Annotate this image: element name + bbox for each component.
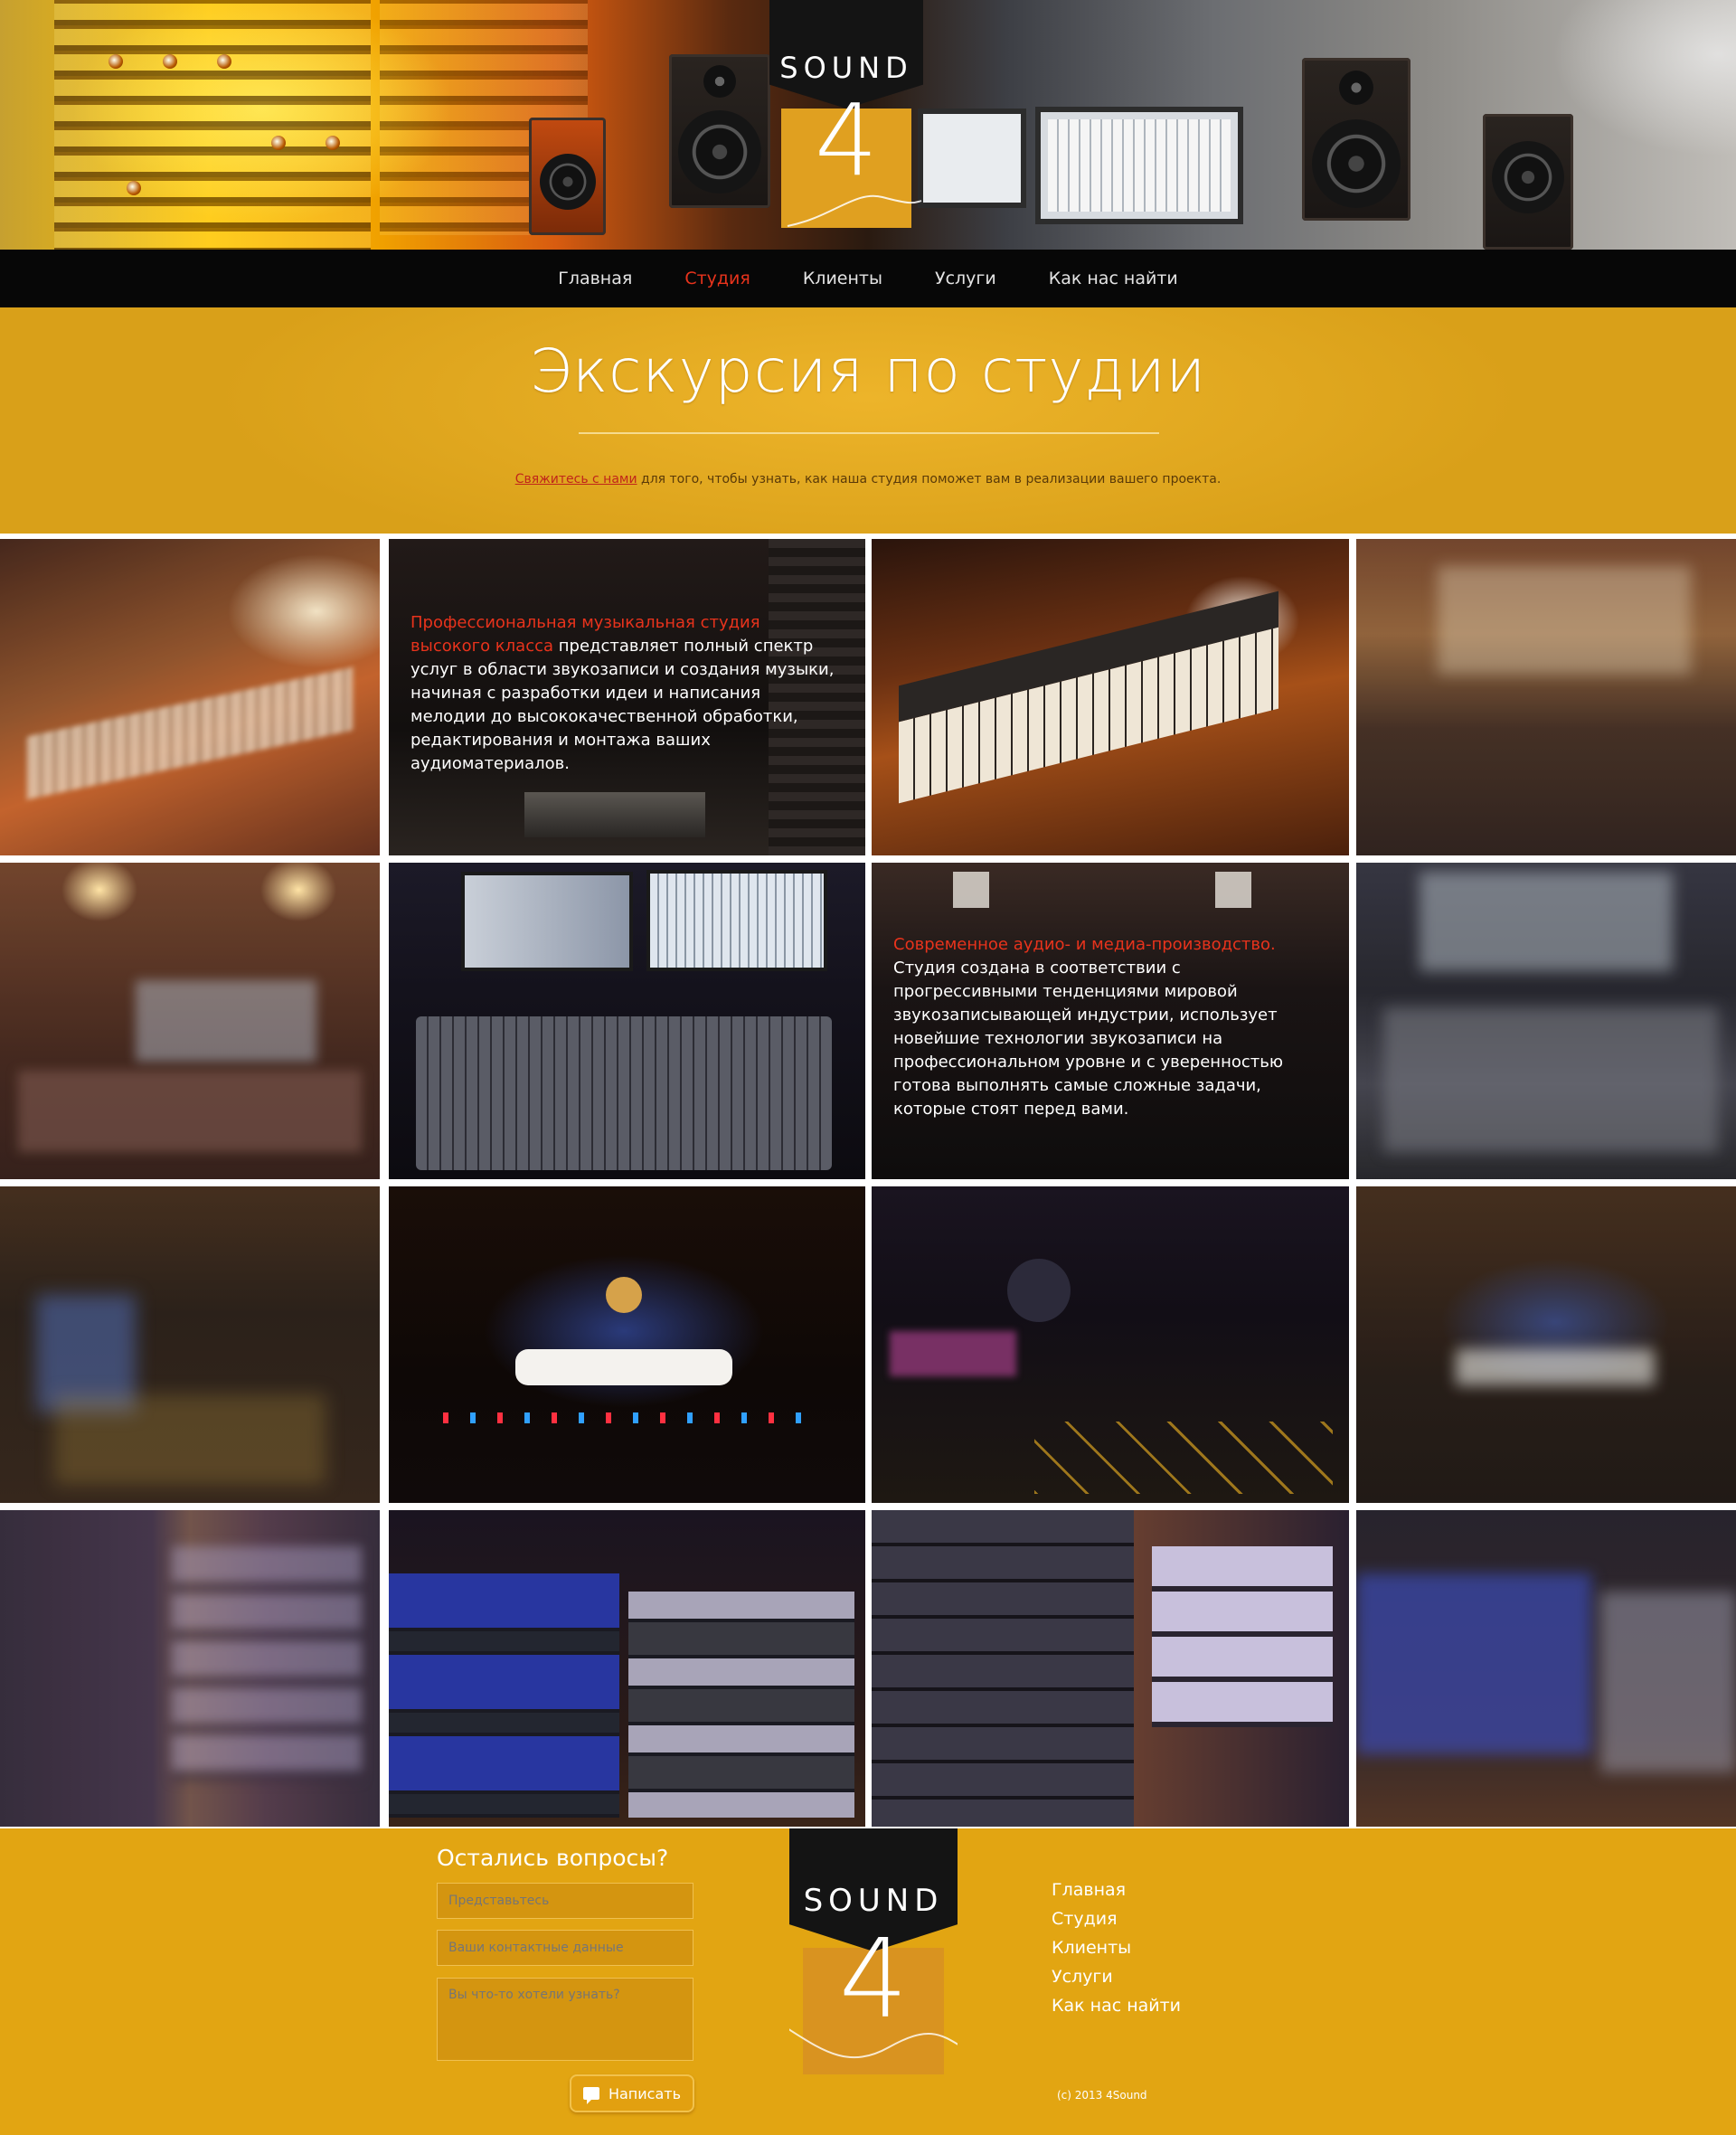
send-button-label: Написать — [608, 2084, 682, 2102]
main-nav: Главная Студия Клиенты Услуги Как нас на… — [0, 250, 1736, 307]
nav-item-home[interactable]: Главная — [532, 269, 658, 288]
footer-link-home[interactable]: Главная — [1052, 1875, 1181, 1904]
footer-logo[interactable]: SOUND 4 — [789, 1828, 958, 2074]
footer-link-studio[interactable]: Студия — [1052, 1904, 1181, 1933]
gallery-caption-1: Профессиональная музыкальная студия высо… — [410, 611, 840, 776]
hero-equipment-rack — [54, 0, 371, 250]
gallery-photo-lounge-blurred[interactable] — [0, 1186, 380, 1503]
nav-item-contacts[interactable]: Как нас найти — [1023, 269, 1204, 288]
logo-swoosh-icon — [787, 194, 922, 227]
chat-icon — [582, 2087, 599, 2104]
intro-text: Свяжитесь с нами для того, чтобы узнать,… — [0, 472, 1736, 487]
gallery-photo-outboard-gear[interactable] — [389, 1510, 865, 1827]
footer-nav: Главная Студия Клиенты Услуги Как нас на… — [1052, 1875, 1181, 2020]
gallery-caption-2: Современное аудио- и медиа-производство.… — [893, 933, 1324, 1121]
form-title: Остались вопросы? — [437, 1845, 669, 1871]
footer-logo-swoosh-icon — [789, 2028, 958, 2059]
gallery-photo-bar-lounge[interactable] — [872, 1186, 1349, 1503]
gallery-photo-studio-blurred[interactable] — [1356, 539, 1736, 855]
gallery-photo-mixing-console[interactable] — [389, 863, 865, 1179]
hero-speaker-right — [1302, 58, 1410, 221]
nav-item-clients[interactable]: Клиенты — [777, 269, 909, 288]
footer-link-clients[interactable]: Клиенты — [1052, 1933, 1181, 1962]
hero-knob — [271, 136, 286, 150]
footer-link-contacts[interactable]: Как нас найти — [1052, 1991, 1181, 2020]
contact-link[interactable]: Свяжитесь с нами — [515, 472, 637, 487]
name-field[interactable] — [437, 1883, 693, 1919]
contact-field[interactable] — [437, 1930, 693, 1966]
photo-gallery: Профессиональная музыкальная студия высо… — [0, 534, 1736, 1828]
hero-screen-left — [918, 109, 1026, 208]
intro-text-body: для того, чтобы узнать, как наша студия … — [637, 472, 1222, 487]
nav-item-services[interactable]: Услуги — [909, 269, 1023, 288]
send-button[interactable]: Написать — [570, 2074, 694, 2112]
hero-screen-right — [1035, 107, 1243, 224]
gallery-caption-tile-1: Профессиональная музыкальная студия высо… — [389, 539, 865, 855]
hero-knob — [163, 54, 177, 69]
copyright: (c) 2013 4Sound — [1057, 2089, 1147, 2102]
gallery-photo-stage-blurred[interactable] — [1356, 1186, 1736, 1503]
hero-knob — [217, 54, 231, 69]
gallery-photo-keyboard[interactable] — [872, 539, 1349, 855]
hero-speaker-orange — [529, 118, 606, 235]
caption-2-text: Студия создана в соответствии с прогресс… — [893, 959, 1283, 1119]
hero-knob — [326, 136, 340, 150]
question-field[interactable] — [437, 1978, 693, 2061]
gallery-photo-rack-blurred[interactable] — [0, 1510, 380, 1827]
hero-speaker-far-right — [1483, 114, 1573, 250]
intro-section: Экскурсия по студии Свяжитесь с нами для… — [0, 307, 1736, 534]
caption-1-text: представляет полный спектр услуг в облас… — [410, 637, 835, 773]
gallery-photo-control-room-blurred[interactable] — [0, 863, 380, 1179]
footer: Остались вопросы? Написать SOUND 4 Главн… — [0, 1828, 1736, 2135]
gallery-photo-console-blurred[interactable] — [1356, 863, 1736, 1179]
gallery-photo-outboard-blurred[interactable] — [1356, 1510, 1736, 1827]
nav-item-studio[interactable]: Студия — [658, 269, 777, 288]
site-logo[interactable]: SOUND 4 — [769, 0, 923, 235]
gallery-photo-keyboard-blurred[interactable] — [0, 539, 380, 855]
page-title: Экскурсия по студии — [529, 336, 1207, 406]
hero-knob — [108, 54, 123, 69]
hero-knob — [127, 181, 141, 195]
gallery-photo-rack[interactable] — [872, 1510, 1349, 1827]
hero-speaker-left — [669, 54, 770, 208]
hero-banner: SOUND 4 — [0, 0, 1736, 250]
title-divider — [579, 432, 1159, 434]
gallery-photo-stage[interactable] — [389, 1186, 865, 1503]
footer-link-services[interactable]: Услуги — [1052, 1962, 1181, 1991]
caption-2-accent: Современное аудио- и медиа-производство. — [893, 935, 1276, 954]
gallery-caption-tile-2: Современное аудио- и медиа-производство.… — [872, 863, 1349, 1179]
